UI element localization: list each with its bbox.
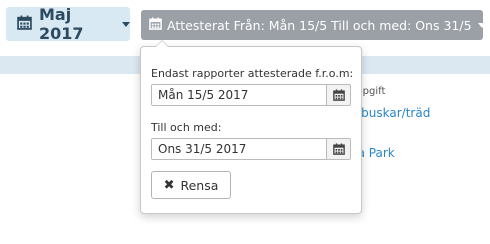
to-date-label: Till och med:	[151, 121, 222, 134]
attest-filter-dropdown: Endast rapporter attesterade f.r.o.m: Ti…	[140, 40, 362, 214]
attest-filter-button[interactable]: Attesterat Från: Mån 15/5 Till och med: …	[141, 10, 483, 40]
times-icon: ✖	[163, 177, 175, 193]
month-label: Maj 2017	[39, 5, 84, 43]
from-date-input[interactable]	[151, 84, 327, 106]
top-toolbar: Maj 2017 Attesterat Från: Mån 15/5 Till …	[0, 0, 490, 48]
clear-button[interactable]: ✖ Rensa	[151, 171, 231, 199]
row-link[interactable]: a buskar/träd	[350, 106, 430, 120]
month-selector-button[interactable]: Maj 2017	[6, 5, 130, 43]
from-date-label: Endast rapporter attesterade f.r.o.m:	[151, 67, 354, 80]
caret-down-icon	[122, 21, 130, 27]
calendar-icon[interactable]	[326, 84, 351, 106]
calendar-icon	[17, 15, 32, 34]
to-date-input[interactable]	[151, 138, 327, 160]
from-date-group	[151, 84, 351, 106]
caret-down-icon	[477, 22, 483, 28]
attest-filter-label: Attesterat Från: Mån 15/5 Till och med: …	[167, 17, 472, 33]
calendar-icon[interactable]	[326, 138, 351, 160]
to-date-group	[151, 138, 351, 160]
calendar-icon	[149, 17, 162, 33]
clear-button-label: Rensa	[180, 177, 219, 193]
